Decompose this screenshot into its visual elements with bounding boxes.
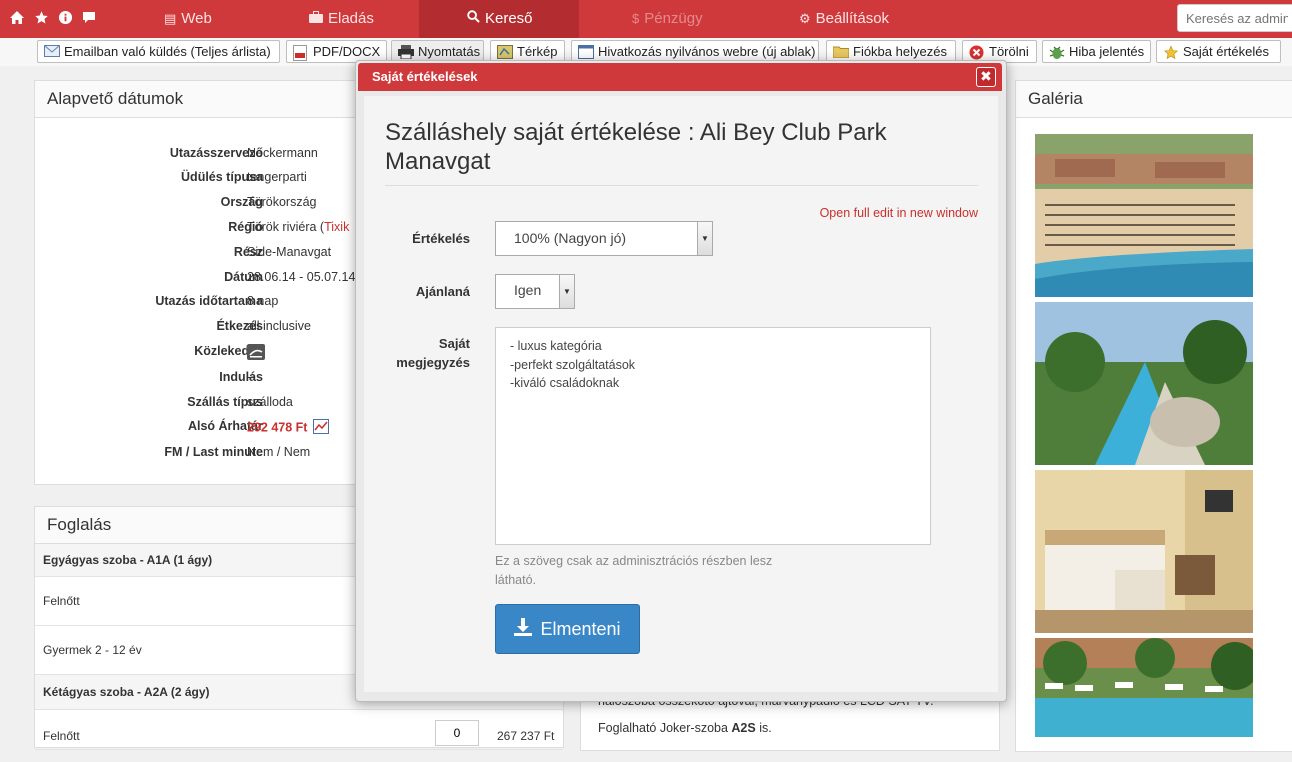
top-navbar: ▤ Web Eladás Kereső $ Pénzügy ⚙ Beállítá… <box>0 0 1292 39</box>
map-label: Térkép <box>517 44 558 59</box>
nav-sales-label: Eladás <box>328 10 374 27</box>
comment-icon[interactable] <box>80 8 98 26</box>
divider <box>385 185 978 186</box>
chevron-down-icon: ▼ <box>559 275 574 308</box>
flight-icon <box>247 344 265 363</box>
nav-icons <box>8 8 98 26</box>
rating-select-value: 100% (Nagyon jó) <box>514 230 627 246</box>
pdf-icon <box>293 44 309 61</box>
modal-header: Saját értékelések ✖ <box>358 63 1002 91</box>
map-icon <box>497 44 513 59</box>
own-rating-label: Saját értékelés <box>1183 44 1269 59</box>
nav-search-label: Kereső <box>485 10 533 27</box>
room-price: 267 237 Ft <box>497 729 555 743</box>
rating-select[interactable]: 100% (Nagyon jó) ▼ <box>495 221 713 256</box>
nav-web-label: Web <box>181 10 212 27</box>
admin-search-input[interactable] <box>1177 4 1292 32</box>
rating-label: Értékelés <box>412 231 470 246</box>
recommend-label: Ajánlaná <box>415 284 470 299</box>
price-chart-icon[interactable] <box>312 419 329 437</box>
file-icon: ▤ <box>164 11 177 26</box>
folder-icon <box>832 45 850 59</box>
bug-report-button[interactable]: Hiba jelentés <box>1042 40 1151 63</box>
delete-label: Törölni <box>989 44 1029 59</box>
envelope-icon <box>44 44 60 59</box>
search-icon <box>467 1 480 37</box>
chevron-down-icon: ▼ <box>697 222 712 255</box>
note-textarea[interactable]: - luxus kategória -perfekt szolgáltatáso… <box>495 327 931 545</box>
nav-web[interactable]: ▤ Web <box>164 0 212 38</box>
download-icon <box>514 617 533 641</box>
email-send-button[interactable]: Emailban való küldés (Teljes árlista) <box>37 40 280 63</box>
star-rating-icon <box>1163 44 1179 59</box>
nav-sales[interactable]: Eladás <box>309 0 374 38</box>
info-icon[interactable] <box>56 8 74 26</box>
gallery-image-pool[interactable] <box>1035 302 1253 465</box>
home-icon[interactable] <box>8 8 26 26</box>
nav-search[interactable]: Kereső <box>419 0 579 38</box>
nav-settings[interactable]: ⚙ Beállítások <box>799 0 889 38</box>
pdf-docx-label: PDF/DOCX <box>313 44 381 59</box>
modal-title: Szálláshely saját értékelése : Ali Bey C… <box>385 119 887 175</box>
tixik-link[interactable]: Tixik <box>324 220 349 234</box>
gallery-image-room[interactable] <box>1035 470 1253 633</box>
star-icon[interactable] <box>32 8 50 26</box>
window-link-icon <box>578 44 594 59</box>
note-label: Saját megjegyzés <box>396 336 470 370</box>
recommend-select-value: Igen <box>514 282 542 298</box>
public-link-label: Hivatkozás nyilvános webre (új ablak) <box>598 44 816 59</box>
print-label: Nyomtatás <box>418 44 481 59</box>
nav-finance-label: Pénzügy <box>644 10 703 27</box>
own-ratings-modal: Saját értékelések ✖ Szálláshely saját ér… <box>355 60 1007 702</box>
briefcase-icon <box>309 1 323 37</box>
help-text: Ez a szöveg csak az adminisztrációs rész… <box>495 554 773 587</box>
email-send-label: Emailban való küldés (Teljes árlista) <box>64 44 271 59</box>
dollar-icon: $ <box>632 11 640 26</box>
description-line: Foglalható Joker-szoba A2S is. <box>598 721 772 735</box>
open-full-edit-link[interactable]: Open full edit in new window <box>820 206 978 220</box>
gallery-image-beach[interactable] <box>1035 134 1253 297</box>
gear-icon: ⚙ <box>799 11 811 26</box>
add-to-folder-label: Fiókba helyezés <box>853 44 947 59</box>
bug-icon <box>1049 45 1065 59</box>
delete-icon <box>969 45 985 59</box>
quantity-input[interactable] <box>435 720 479 746</box>
modal-header-title: Saját értékelések <box>372 69 478 84</box>
gallery-image-resort[interactable] <box>1035 638 1259 737</box>
modal-body: Szálláshely saját értékelése : Ali Bey C… <box>364 96 998 692</box>
own-rating-button[interactable]: Saját értékelés <box>1156 40 1281 63</box>
nav-settings-label: Beállítások <box>815 10 890 27</box>
save-button[interactable]: Elmenteni <box>495 604 640 654</box>
nav-finance[interactable]: $ Pénzügy <box>632 0 703 38</box>
bug-report-label: Hiba jelentés <box>1069 44 1145 59</box>
booking-row: Felnőtt 267 237 Ft <box>35 710 563 750</box>
save-button-label: Elmenteni <box>540 618 621 639</box>
printer-icon <box>398 44 414 59</box>
close-icon[interactable]: ✖ <box>976 67 996 87</box>
gallery-title: Galéria <box>1016 81 1292 118</box>
recommend-select[interactable]: Igen ▼ <box>495 274 575 309</box>
tour-operator-link[interactable]: Neckermann <box>247 146 318 160</box>
